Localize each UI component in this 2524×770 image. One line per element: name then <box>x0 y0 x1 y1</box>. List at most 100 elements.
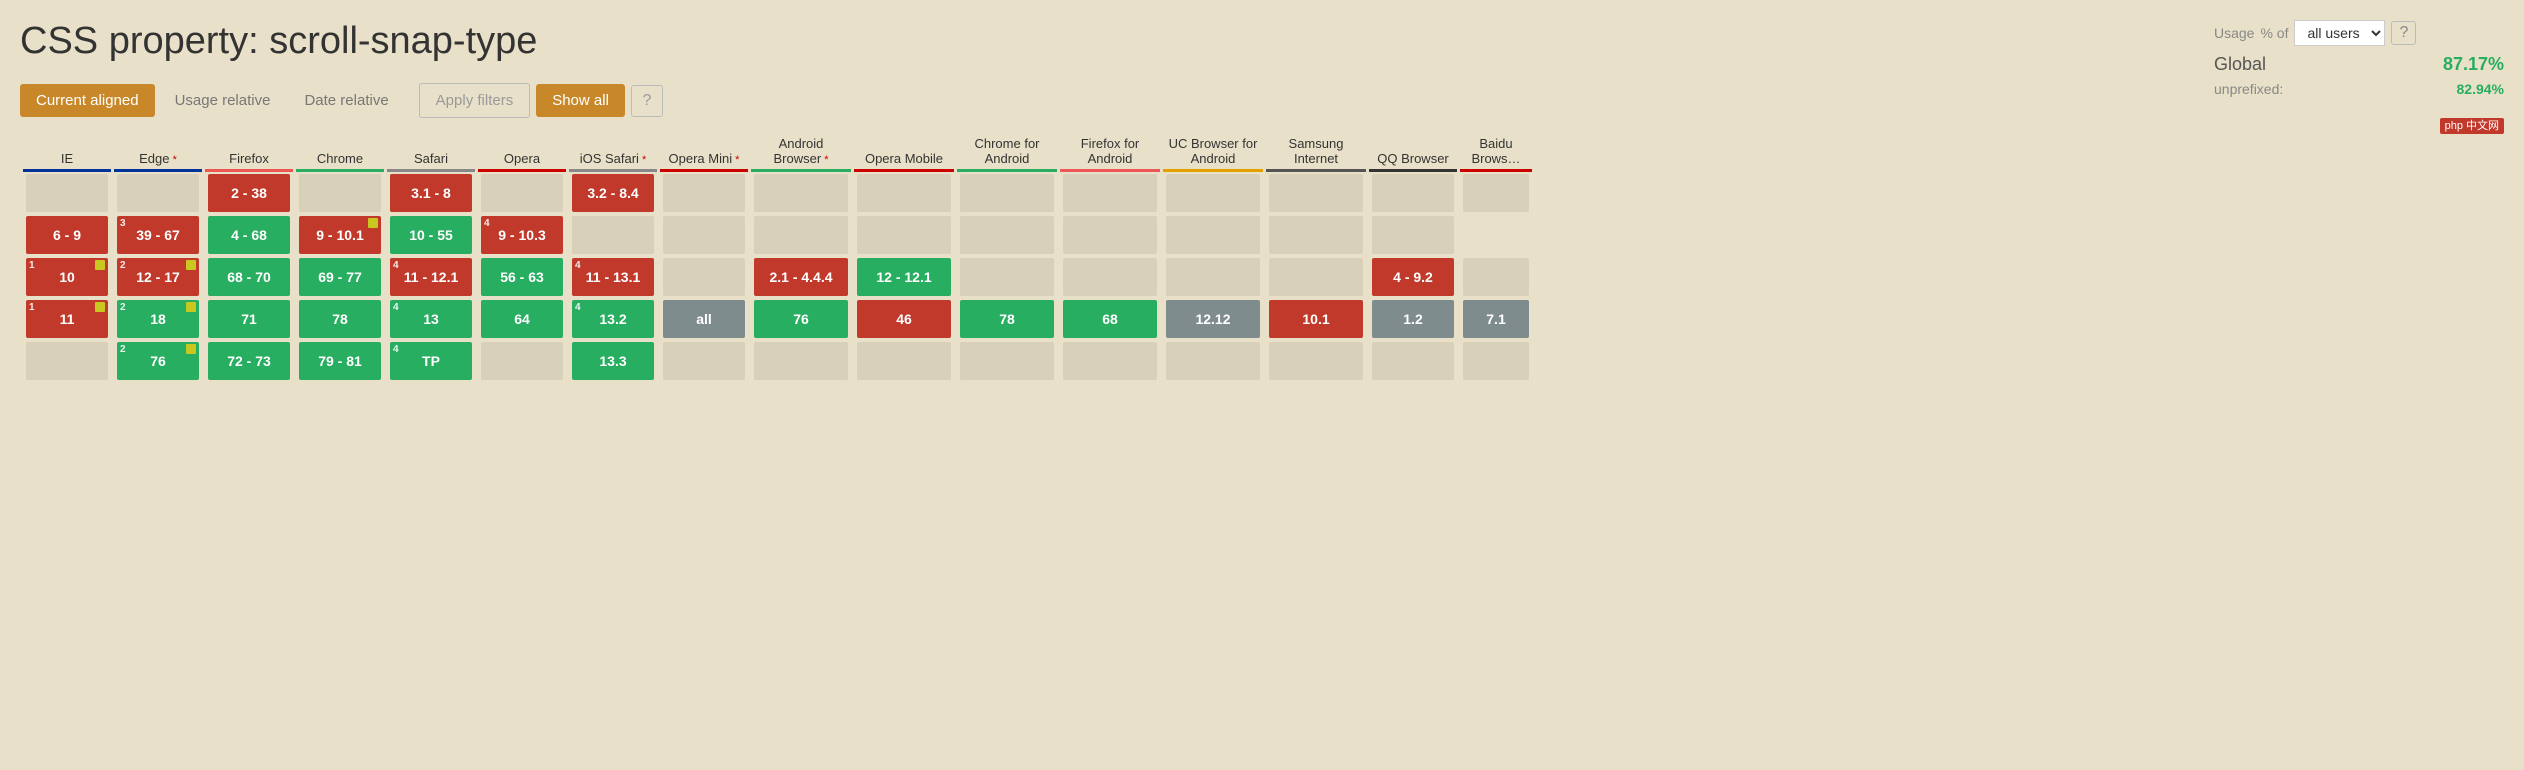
cell-firefox-r1: 2 - 38 <box>208 174 290 212</box>
table-row: 110 212 - 17 68 - 70 69 - 77 411 - 12.1 … <box>23 256 1532 298</box>
table-row: 2 - 38 3.1 - 8 3.2 - 8.4 <box>23 172 1532 214</box>
global-row: Global 87.17% <box>2214 54 2504 75</box>
cell-opera-mini-r5 <box>663 342 745 380</box>
cell-firefox-android-r3 <box>1063 258 1157 296</box>
browser-table: IE Edge * Firefox Chrome <box>20 132 1535 382</box>
usage-relative-button[interactable]: Usage relative <box>161 84 285 117</box>
cell-safari-r3: 411 - 12.1 <box>390 258 472 296</box>
cell-ie-r3: 110 <box>26 258 108 296</box>
cell-firefox-android-r2 <box>960 216 1054 254</box>
right-panel: Usage % of all users ? Global 87.17% unp… <box>2204 0 2524 770</box>
cell-samsung-r4: 10.1 <box>1269 300 1363 338</box>
cell-opera-mobile-r2 <box>754 216 848 254</box>
cell-opera-mini-r1 <box>663 174 745 212</box>
php-badge: php 中文网 <box>2214 117 2504 133</box>
cell-firefox-android-r5 <box>1063 342 1157 380</box>
cell-opera-mini-r2 <box>572 216 654 254</box>
cell-chrome-android-r4: 78 <box>960 300 1054 338</box>
cell-safari-r5: 4TP <box>390 342 472 380</box>
cell-edge-r1 <box>117 174 199 212</box>
cell-chrome-r5: 79 - 81 <box>299 342 381 380</box>
cell-firefox-r2: 4 - 68 <box>208 216 290 254</box>
cell-firefox-android-r4: 68 <box>1063 300 1157 338</box>
th-baidu: Baidu Brows… <box>1460 132 1532 172</box>
cell-safari-r2: 10 - 55 <box>390 216 472 254</box>
th-safari: Safari <box>387 132 475 172</box>
cell-android-r2 <box>663 216 745 254</box>
cell-ios-r1: 3.2 - 8.4 <box>572 174 654 212</box>
cell-opera-mobile-r3: 12 - 12.1 <box>857 258 951 296</box>
unprefixed-value: 82.94% <box>2457 81 2504 97</box>
help-icon[interactable]: ? <box>2391 21 2416 45</box>
cell-firefox-r3: 68 - 70 <box>208 258 290 296</box>
cell-baidu-r4: 7.1 <box>1463 300 1529 338</box>
cell-uc-r2 <box>1063 216 1157 254</box>
th-opera-mobile: Opera Mobile <box>854 132 954 172</box>
cell-samsung-r3 <box>1269 258 1363 296</box>
th-android: Android Browser * <box>751 132 851 172</box>
cell-opera-mini-r4: all <box>663 300 745 338</box>
th-chrome-android: Chrome for Android <box>957 132 1057 172</box>
cell-opera-r3: 56 - 63 <box>481 258 563 296</box>
cell-edge-r3: 212 - 17 <box>117 258 199 296</box>
cell-ios-r4: 413.2 <box>572 300 654 338</box>
cell-uc-r4: 12.12 <box>1166 300 1260 338</box>
cell-uc-r1 <box>1166 174 1260 212</box>
cell-chrome-r2: 9 - 10.1 <box>299 216 381 254</box>
cell-ios-r3: 411 - 13.1 <box>572 258 654 296</box>
cell-firefox-r5: 72 - 73 <box>208 342 290 380</box>
cell-chrome-r1 <box>299 174 381 212</box>
cell-chrome-r3: 69 - 77 <box>299 258 381 296</box>
cell-baidu-r3 <box>1463 258 1529 296</box>
th-ie: IE <box>23 132 111 172</box>
help-button[interactable]: ? <box>631 85 663 117</box>
cell-baidu-r1 <box>1463 174 1529 212</box>
percent-of-label: % of <box>2260 25 2288 41</box>
cell-baidu-r2 <box>1372 216 1454 254</box>
cell-chrome-r4: 78 <box>299 300 381 338</box>
cell-samsung-r1 <box>1269 174 1363 212</box>
cell-uc-r3 <box>1166 258 1260 296</box>
date-relative-button[interactable]: Date relative <box>290 84 402 117</box>
table-row: 111 218 71 78 413 64 413.2 all 76 46 78 … <box>23 298 1532 340</box>
th-qq: QQ Browser <box>1369 132 1457 172</box>
current-aligned-button[interactable]: Current aligned <box>20 84 155 117</box>
cell-opera-mobile-r5 <box>857 342 951 380</box>
global-label: Global <box>2214 54 2266 75</box>
th-firefox-android: Firefox for Android <box>1060 132 1160 172</box>
cell-qq-r3: 4 - 9.2 <box>1372 258 1454 296</box>
table-row: 276 72 - 73 79 - 81 4TP 13.3 <box>23 340 1532 382</box>
browser-table-wrapper: IE Edge * Firefox Chrome <box>20 132 2194 382</box>
cell-opera-r5 <box>481 342 563 380</box>
cell-qq-r1 <box>1372 174 1454 212</box>
cell-android-r5 <box>754 342 848 380</box>
unprefixed-row: unprefixed: 82.94% <box>2214 81 2504 97</box>
page-title: CSS property: scroll-snap-type <box>20 20 2194 63</box>
cell-opera-r4: 64 <box>481 300 563 338</box>
th-chrome: Chrome <box>296 132 384 172</box>
apply-filters-button[interactable]: Apply filters <box>419 83 531 118</box>
filter-bar: Current aligned Usage relative Date rela… <box>20 83 2194 118</box>
cell-qq-r5 <box>1372 342 1454 380</box>
th-samsung: Samsung Internet <box>1266 132 1366 172</box>
cell-samsung-r2 <box>1166 216 1260 254</box>
cell-safari-r1: 3.1 - 8 <box>390 174 472 212</box>
cell-firefox-r4: 71 <box>208 300 290 338</box>
cell-android-r1 <box>754 174 848 212</box>
cell-edge-r2: 339 - 67 <box>117 216 199 254</box>
users-select[interactable]: all users <box>2294 20 2385 46</box>
cell-edge-r4: 218 <box>117 300 199 338</box>
table-row: 6 - 9 339 - 67 4 - 68 9 - 10.1 10 - 55 4… <box>23 214 1532 256</box>
th-firefox: Firefox <box>205 132 293 172</box>
usage-label: Usage <box>2214 25 2254 41</box>
cell-opera-mobile-r1 <box>857 174 951 212</box>
cell-uc-r5 <box>1166 342 1260 380</box>
th-opera-mini: Opera Mini * <box>660 132 748 172</box>
cell-edge-r5: 276 <box>117 342 199 380</box>
cell-android-r3: 2.1 - 4.4.4 <box>754 258 848 296</box>
th-uc: UC Browser for Android <box>1163 132 1263 172</box>
th-opera: Opera <box>478 132 566 172</box>
cell-firefox-android-r1 <box>1063 174 1157 212</box>
show-all-button[interactable]: Show all <box>536 84 625 117</box>
cell-ios-r5: 13.3 <box>572 342 654 380</box>
